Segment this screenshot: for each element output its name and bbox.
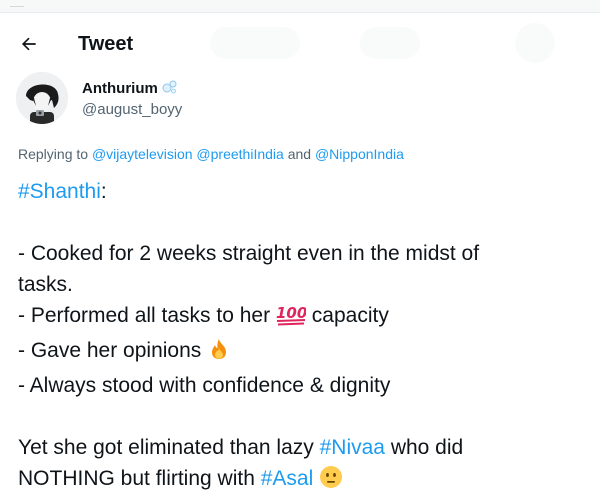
- back-button[interactable]: [12, 29, 46, 59]
- replying-to-line: Replying to @vijaytelevision @preethiInd…: [18, 146, 404, 162]
- faded-header-element: [515, 23, 555, 63]
- avatar[interactable]: [16, 72, 68, 124]
- tweet-heading-line: #Shanthi:: [18, 176, 586, 207]
- replying-label: Replying to: [18, 146, 89, 162]
- tweet-line: - Always stood with confidence & dignity: [18, 374, 391, 397]
- avatar-image: [16, 72, 68, 124]
- tweet-author: Anthurium @august_boyy: [16, 72, 516, 132]
- tweet-header: Tweet: [0, 13, 600, 73]
- browser-top-strip: [0, 0, 600, 13]
- page-title: Tweet: [78, 33, 134, 55]
- tweet-line-text: Yet she got eliminated than lazy: [18, 436, 314, 459]
- tweet-line-text: - Gave her opinions: [18, 339, 202, 362]
- hashtag-link[interactable]: #Nivaa: [320, 436, 385, 459]
- display-name[interactable]: Anthurium: [82, 80, 177, 98]
- hashtag-link[interactable]: #Asal: [261, 467, 314, 490]
- hashtag-link[interactable]: #Shanthi: [18, 180, 101, 203]
- mention-link[interactable]: @vijaytelevision: [92, 146, 193, 162]
- neutral-face-emoji-icon: [319, 465, 343, 498]
- hundred-points-emoji-icon: 100: [276, 304, 307, 335]
- tweet-line: - Cooked for 2 weeks straight even in th…: [18, 242, 480, 265]
- tweet-line-text: capacity: [311, 304, 389, 327]
- back-arrow-icon: [22, 37, 36, 51]
- tweet-line-text: - Performed all tasks to her: [18, 304, 271, 327]
- tweet-line: tasks.: [18, 273, 73, 296]
- heading-colon: :: [100, 180, 107, 203]
- tweet-line-text: NOTHING but flirting with: [18, 467, 255, 490]
- faded-header-element: [210, 27, 300, 59]
- fire-emoji-icon: [207, 337, 231, 370]
- replying-separator: and: [287, 146, 312, 162]
- user-handle[interactable]: @august_boyy: [82, 101, 182, 118]
- display-name-text: Anthurium: [82, 80, 158, 97]
- tweet-line: Yet she got eliminated than lazy #Nivaa …: [18, 432, 586, 463]
- strip-divider: [10, 0, 24, 7]
- mention-link[interactable]: @preethiIndia: [196, 146, 283, 162]
- faded-header-element: [360, 27, 420, 59]
- tweet-line: - Performed all tasks to her 100 capacit…: [18, 300, 586, 335]
- tweet-line: NOTHING but flirting with #Asal: [18, 463, 586, 498]
- tweet-text: #Shanthi: - Cooked for 2 weeks straight …: [18, 176, 586, 498]
- soap-bubbles-icon: [161, 80, 177, 98]
- mention-link[interactable]: @NipponIndia: [315, 146, 404, 162]
- tweet-line: - Gave her opinions: [18, 335, 586, 370]
- tweet-line-text: who did: [390, 436, 464, 459]
